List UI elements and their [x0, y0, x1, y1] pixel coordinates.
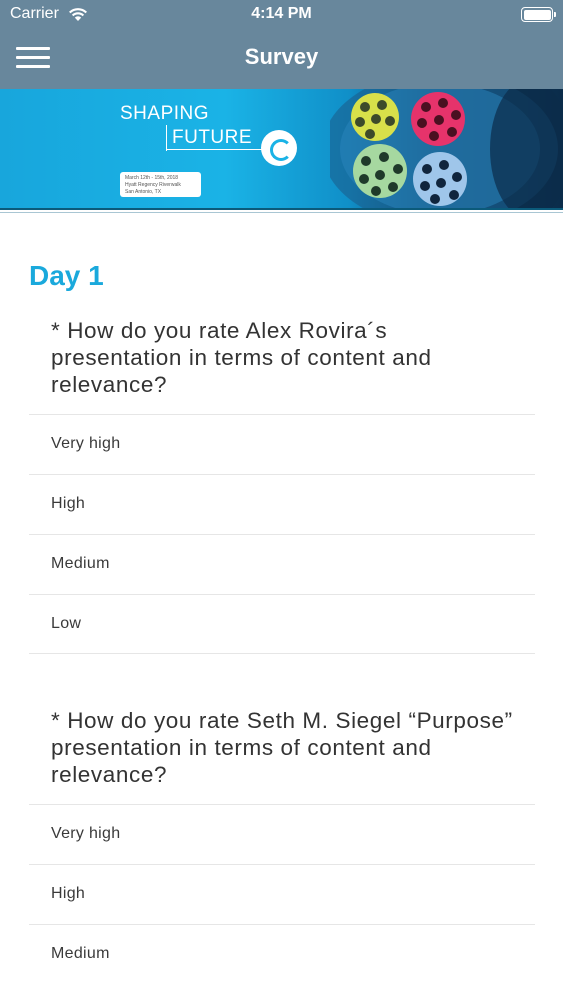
event-date: March 12th - 15th, 2018 [125, 175, 179, 181]
option-medium[interactable]: Medium [29, 534, 535, 594]
pipes-photo-icon [330, 89, 563, 208]
event-date-card: March 12th - 15th, 2018 Hyatt Regency Ri… [120, 172, 201, 197]
option-label: Very high [51, 825, 121, 842]
option-label: High [51, 495, 86, 512]
option-very-high[interactable]: Very high [29, 804, 535, 864]
swirl-logo-icon [261, 130, 297, 166]
option-label: High [51, 885, 86, 902]
question-text: * How do you rate Seth M. Siegel “Purpos… [51, 708, 513, 787]
navigation-bar: Survey [0, 30, 563, 89]
logo-line-2: FUTURE [172, 127, 253, 148]
option-medium[interactable]: Medium [29, 924, 535, 984]
event-banner-image: SHAPING FUTURE March 12th - 15th, 2018 H… [0, 89, 563, 208]
option-label: Very high [51, 435, 121, 452]
option-label: Medium [51, 945, 110, 962]
status-time: 4:14 PM [251, 5, 312, 22]
banner-divider-light [0, 212, 563, 213]
status-bar: Carrier 4:14 PM [0, 0, 563, 30]
section-title-day: Day 1 [29, 260, 104, 291]
question-text: * How do you rate Alex Rovira´s presenta… [51, 318, 432, 397]
option-high[interactable]: High [29, 474, 535, 534]
option-label: Low [51, 615, 82, 632]
app-header: Carrier 4:14 PM Survey [0, 0, 563, 89]
logo-line-1: SHAPING [120, 103, 210, 124]
option-high[interactable]: High [29, 864, 535, 924]
page-title: Survey [244, 44, 319, 69]
banner-divider [0, 208, 563, 210]
option-low[interactable]: Low [29, 594, 535, 654]
battery-icon [521, 7, 556, 22]
event-venue: Hyatt Regency Riverwalk [125, 182, 181, 188]
option-very-high[interactable]: Very high [29, 414, 535, 474]
event-city: San Antonio, TX [125, 189, 162, 195]
option-label: Medium [51, 555, 110, 572]
